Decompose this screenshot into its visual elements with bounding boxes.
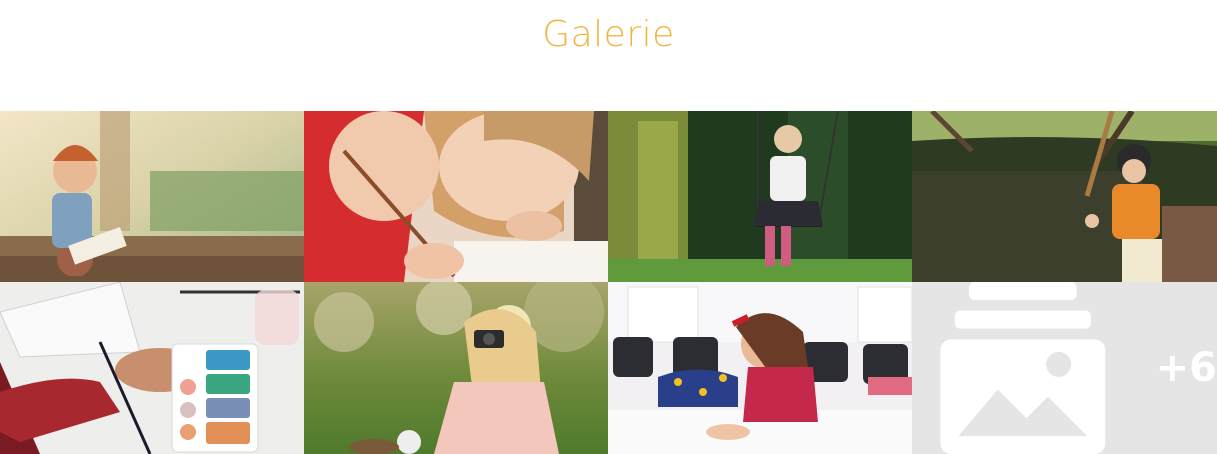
photo-girl-swing[interactable] bbox=[608, 111, 912, 282]
photo-girl-writing[interactable] bbox=[608, 282, 912, 454]
photo-girl-camera[interactable] bbox=[304, 282, 608, 454]
photo-grid: +6 bbox=[0, 111, 1217, 454]
watercolor-painting-photo bbox=[0, 282, 304, 454]
photo-girl-drawing[interactable] bbox=[304, 111, 608, 282]
girl-writing-at-table-photo bbox=[608, 282, 912, 454]
more-photos-count: +6 bbox=[1155, 345, 1217, 391]
photo-watercolor-painting[interactable] bbox=[0, 282, 304, 454]
girl-drawing-photo bbox=[304, 111, 608, 282]
gallery-title: Galerie bbox=[542, 14, 675, 55]
girl-on-swing-photo bbox=[608, 111, 912, 282]
image-stack-icon bbox=[940, 282, 1106, 454]
boy-playing-baseball-photo bbox=[912, 111, 1217, 282]
photo-laughing-boy[interactable] bbox=[0, 111, 304, 282]
laughing-boy-with-book-photo bbox=[0, 111, 304, 282]
girl-with-camera-photo bbox=[304, 282, 608, 454]
more-photos-tile[interactable]: +6 bbox=[912, 282, 1217, 454]
photo-boy-baseball[interactable] bbox=[912, 111, 1217, 282]
